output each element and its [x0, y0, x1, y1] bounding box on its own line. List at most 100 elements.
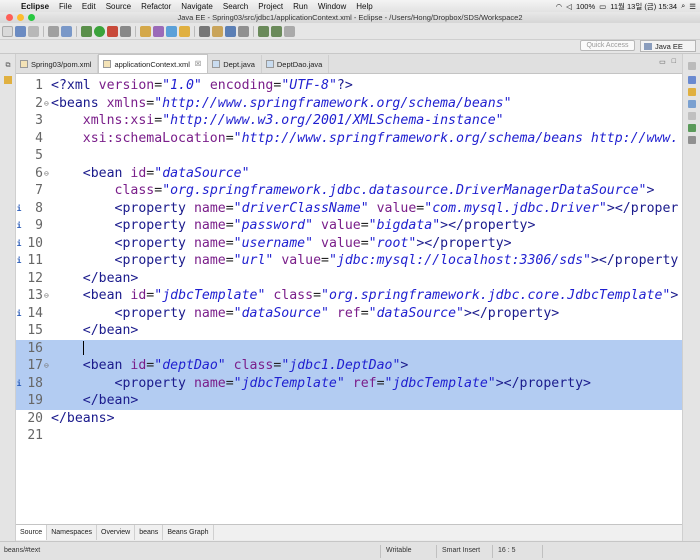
- editor-tab-label: Dept.java: [223, 59, 255, 69]
- xml-editor[interactable]: 1 <?xml version="1.0" encoding="UTF-8"?> 2…: [16, 74, 682, 524]
- minimize-window-button[interactable]: [17, 14, 24, 21]
- restore-view-icon[interactable]: ⧉: [4, 62, 12, 70]
- back-icon[interactable]: [258, 25, 269, 37]
- code-text-token: =: [321, 253, 329, 268]
- volume-icon[interactable]: ◁: [566, 2, 572, 11]
- fold-toggle-icon[interactable]: ⊖: [44, 357, 49, 375]
- page-tab-namespaces[interactable]: Namespaces: [47, 525, 98, 540]
- toolbar-separator: [253, 25, 254, 37]
- xml-tag-token: <?xml: [51, 78, 99, 93]
- status-insert-mode[interactable]: Smart Insert: [442, 547, 480, 554]
- xml-file-icon: [20, 60, 28, 68]
- xml-tag-token: <property: [114, 305, 194, 321]
- properties-icon[interactable]: [688, 112, 696, 120]
- fold-toggle-icon[interactable]: ⊖: [44, 95, 49, 113]
- menu-item-edit[interactable]: Edit: [77, 2, 101, 11]
- page-tab-beans[interactable]: beans: [135, 525, 164, 540]
- code-text: [51, 340, 84, 358]
- battery-icon[interactable]: ▭: [599, 2, 606, 11]
- print-icon[interactable]: [48, 25, 59, 37]
- editor-tab[interactable]: Spring03/pom.xml: [16, 55, 99, 73]
- editor-tabbar: Spring03/pom.xml applicationContext.xml ☒ D…: [16, 54, 682, 74]
- menu-item-run[interactable]: Run: [288, 2, 313, 11]
- status-divider: [380, 545, 381, 558]
- menu-item-window[interactable]: Window: [313, 2, 351, 11]
- status-cursor-position: 16 : 5: [498, 547, 516, 554]
- xml-attribute-token: encoding: [209, 78, 274, 93]
- open-type-icon[interactable]: [179, 25, 190, 37]
- menu-list-icon[interactable]: ☰: [689, 2, 696, 11]
- new-package-icon[interactable]: [153, 25, 164, 37]
- fold-toggle-icon[interactable]: ⊖: [44, 165, 49, 183]
- search-icon[interactable]: ⌕: [681, 1, 685, 11]
- minimize-editor-icon[interactable]: ▭: [659, 58, 666, 66]
- search-tool-icon[interactable]: [199, 25, 210, 37]
- servers-icon[interactable]: [688, 124, 696, 132]
- zoom-window-button[interactable]: [28, 14, 35, 21]
- pin-editor-icon[interactable]: [284, 25, 295, 37]
- close-window-button[interactable]: [6, 14, 13, 21]
- console-icon[interactable]: [688, 136, 696, 144]
- toolbar-separator: [194, 25, 195, 37]
- new-java-project-icon[interactable]: [140, 25, 151, 37]
- editor-tab[interactable]: DeptDao.java: [262, 55, 330, 73]
- wifi-icon[interactable]: ◠: [556, 2, 563, 11]
- xml-attribute-token: name: [193, 253, 226, 268]
- page-tab-source[interactable]: Source: [16, 525, 48, 540]
- menu-item-refactor[interactable]: Refactor: [136, 2, 176, 11]
- xml-attribute-token: xsi:schemaLocation: [82, 130, 226, 146]
- code-text-token: =: [360, 305, 369, 321]
- code-text: <property name="driverClassName" value="…: [51, 200, 679, 218]
- code-text-token: =: [225, 130, 234, 146]
- save-all-icon[interactable]: [28, 25, 39, 37]
- restore-right-icon[interactable]: [688, 62, 696, 70]
- code-text: <bean id="dataSource": [51, 165, 250, 183]
- menu-item-help[interactable]: Help: [351, 2, 377, 11]
- maximize-editor-icon[interactable]: □: [672, 58, 676, 66]
- menu-item-navigate[interactable]: Navigate: [176, 2, 218, 11]
- server-icon[interactable]: [120, 25, 131, 37]
- line-number: 19: [27, 393, 43, 408]
- new-icon[interactable]: [2, 25, 13, 37]
- page-tab-overview[interactable]: Overview: [97, 525, 136, 540]
- quick-access-input[interactable]: Quick Access: [580, 40, 635, 51]
- editor-tab[interactable]: Dept.java: [208, 55, 262, 73]
- editor-tab[interactable]: applicationContext.xml ☒: [98, 54, 209, 73]
- menu-item-search[interactable]: Search: [218, 2, 253, 11]
- annotation-icon[interactable]: [238, 25, 249, 37]
- battery-text[interactable]: 100%: [576, 2, 595, 11]
- code-line: 4 xsi:schemaLocation="http://www.springf…: [16, 130, 682, 148]
- external-tools-icon[interactable]: [107, 25, 118, 37]
- toolbar-separator: [135, 25, 136, 37]
- code-text: </bean>: [51, 270, 139, 288]
- fold-toggle-icon[interactable]: ⊖: [44, 287, 49, 305]
- xml-tag-token: <property: [114, 253, 194, 268]
- outline-icon[interactable]: [688, 76, 696, 84]
- forward-icon[interactable]: [271, 25, 282, 37]
- page-tab-beans-graph[interactable]: Beans Graph: [163, 525, 214, 540]
- clock[interactable]: 11월 13일 (금) 15:34: [610, 1, 677, 12]
- menu-item-file[interactable]: File: [54, 2, 77, 11]
- task-list-icon[interactable]: [688, 88, 696, 96]
- save-icon[interactable]: [15, 25, 26, 37]
- open-task-icon[interactable]: [212, 25, 223, 37]
- markers-icon[interactable]: [688, 100, 696, 108]
- menu-item-project[interactable]: Project: [253, 2, 288, 11]
- perspective-label: Java EE: [655, 42, 683, 51]
- menu-item-eclipse[interactable]: Eclipse: [16, 2, 54, 11]
- code-line: 14 i <property name="dataSource" ref="dat…: [16, 305, 682, 323]
- perspective-java-ee-button[interactable]: Java EE: [640, 40, 696, 52]
- debug-icon[interactable]: [81, 25, 92, 37]
- xml-value-token: "com.mysql.jdbc.Driver": [424, 200, 607, 216]
- right-trim-bar: [682, 54, 700, 541]
- mark-occurrences-icon[interactable]: [225, 25, 236, 37]
- run-icon[interactable]: [94, 25, 105, 37]
- new-class-icon[interactable]: [166, 25, 177, 37]
- build-icon[interactable]: [61, 25, 72, 37]
- status-divider: [542, 545, 543, 558]
- package-explorer-icon[interactable]: [4, 76, 12, 84]
- menu-item-source[interactable]: Source: [101, 2, 136, 11]
- close-tab-icon[interactable]: ☒: [195, 60, 201, 68]
